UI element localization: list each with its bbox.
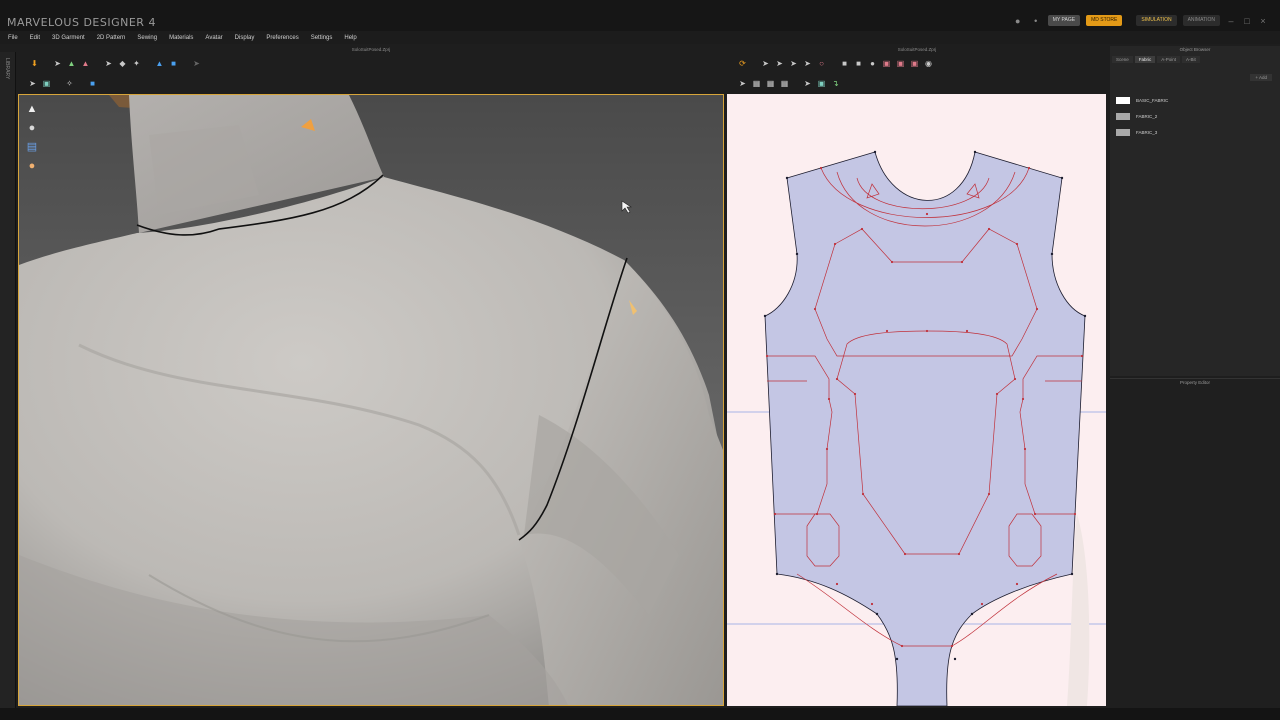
object-browser-title: Object Browser: [1179, 47, 1211, 52]
3d-toolbar-row1: ⬇ ➤ ▲ ▲ ➤ ◆ ✦ ▲ ■ ➤: [30, 59, 201, 68]
menu-help[interactable]: Help: [344, 35, 356, 41]
pin-icon[interactable]: ◆: [118, 59, 127, 68]
fabric-swatch: [1116, 112, 1130, 120]
fabric-swatch: [1116, 96, 1130, 104]
edit-pattern-icon[interactable]: ➤: [775, 59, 784, 68]
fabric-swatch: [1116, 128, 1130, 136]
2d-pattern-canvas: [727, 94, 1106, 706]
fabric-name: FABRIC_3: [1136, 129, 1158, 135]
2d-window-title: SoloSuitPosed.Zprj: [897, 47, 937, 52]
maximize-icon[interactable]: □: [1242, 16, 1252, 26]
library-tab[interactable]: LIBRARY: [4, 58, 10, 79]
texture-icon[interactable]: ■: [88, 79, 97, 88]
tab-fabric[interactable]: Fabric: [1134, 56, 1156, 63]
object-browser-panel: Object Browser Scene Fabric A-Point A-Bi…: [1110, 46, 1280, 376]
top-right-controls: ● • MY PAGE MD STORE SIMULATION ANIMATIO…: [1012, 15, 1268, 26]
fabric-item[interactable]: FABRIC_2: [1116, 108, 1168, 124]
app-window: MARVELOUS DESIGNER 4 ● • MY PAGE MD STOR…: [0, 0, 1280, 720]
avatar-select-icon[interactable]: ➤: [28, 79, 37, 88]
menu-sewing[interactable]: Sewing: [137, 35, 157, 41]
tab-scene[interactable]: Scene: [1112, 56, 1133, 63]
texture-edit-icon[interactable]: ➤: [803, 79, 812, 88]
segment-sewing-icon[interactable]: ▦: [752, 79, 761, 88]
arrangement-points-icon[interactable]: ■: [169, 59, 178, 68]
internal-circle-icon[interactable]: ◉: [924, 59, 933, 68]
tack-icon[interactable]: ✦: [132, 59, 141, 68]
simulation-mode-button[interactable]: SIMULATION: [1136, 15, 1177, 26]
menu-materials[interactable]: Materials: [169, 35, 193, 41]
fabric-name: FABRIC_2: [1136, 113, 1158, 119]
fabric-list: BASIC_FABRIC FABRIC_2 FABRIC_3: [1116, 92, 1168, 140]
object-browser-tabs: Scene Fabric A-Point A-Bit: [1112, 56, 1200, 63]
menu-display[interactable]: Display: [235, 35, 255, 41]
internal-polygon-icon[interactable]: ▣: [896, 59, 905, 68]
menu-avatar[interactable]: Avatar: [205, 35, 222, 41]
add-fabric-button[interactable]: + Add: [1250, 74, 1272, 81]
2d-toolbar-row1: ⟳ ➤ ➤ ➤ ➤ ○ ■ ■ ● ▣ ▣ ▣ ◉: [738, 59, 933, 68]
animation-mode-button[interactable]: ANIMATION: [1182, 15, 1220, 26]
add-point-icon[interactable]: ➤: [803, 59, 812, 68]
3d-garment-viewport[interactable]: [18, 94, 724, 706]
texture-transform-icon[interactable]: ▣: [817, 79, 826, 88]
minimize-icon[interactable]: –: [1226, 16, 1236, 26]
3d-scene: [19, 95, 723, 705]
dart-icon[interactable]: ▣: [910, 59, 919, 68]
measure-icon[interactable]: ➤: [192, 59, 201, 68]
rectangle-icon[interactable]: ■: [840, 59, 849, 68]
avatar-measure-icon[interactable]: ▣: [42, 79, 51, 88]
menu-preferences[interactable]: Preferences: [266, 35, 298, 41]
fitting-suit-icon[interactable]: ✧: [65, 79, 74, 88]
transform-pattern-icon[interactable]: ➤: [761, 59, 770, 68]
3d-toolbar-row2: ➤ ▣ ✧ ■: [28, 79, 97, 88]
circle-icon[interactable]: ●: [868, 59, 877, 68]
seam-select-icon[interactable]: ➤: [738, 79, 747, 88]
user-icon[interactable]: ●: [1012, 16, 1024, 26]
3d-window-title: SoloSuitPosed.Zprj: [351, 47, 391, 52]
arrangement-toggle-icon[interactable]: ▤: [26, 140, 38, 154]
2d-pattern-viewport[interactable]: [727, 94, 1106, 706]
md-store-button[interactable]: MD STORE: [1086, 15, 1123, 26]
polygon-icon[interactable]: ○: [817, 59, 826, 68]
arrange-icon[interactable]: ▲: [155, 59, 164, 68]
refresh-icon[interactable]: ⟳: [738, 59, 747, 68]
status-bar: [0, 708, 1280, 720]
settings-icon[interactable]: •: [1030, 16, 1042, 26]
menu-edit[interactable]: Edit: [30, 35, 40, 41]
simulate-icon[interactable]: ⬇: [30, 59, 39, 68]
tab-a-point[interactable]: A-Point: [1157, 56, 1181, 63]
menu-file[interactable]: File: [8, 35, 18, 41]
app-title: MARVELOUS DESIGNER 4: [7, 16, 156, 29]
free-sewing-icon[interactable]: ▦: [766, 79, 775, 88]
avatar-tools: ▲ ● ▤ ●: [26, 102, 38, 173]
garment-toggle-icon[interactable]: ▲: [26, 102, 38, 116]
menu-2d-pattern[interactable]: 2D Pattern: [97, 35, 126, 41]
fabric-item[interactable]: BASIC_FABRIC: [1116, 92, 1168, 108]
garment-fold-icon[interactable]: ▲: [81, 59, 90, 68]
menu-3d-garment[interactable]: 3D Garment: [52, 35, 85, 41]
fabric-name: BASIC_FABRIC: [1136, 97, 1169, 103]
property-editor-panel: Property Editor: [1110, 378, 1280, 720]
skin-toggle-icon[interactable]: ●: [26, 159, 38, 173]
menu-settings[interactable]: Settings: [311, 35, 333, 41]
menu-bar: File Edit 3D Garment 2D Pattern Sewing M…: [0, 31, 1280, 44]
property-editor-title: Property Editor: [1179, 380, 1210, 385]
square-icon[interactable]: ■: [854, 59, 863, 68]
library-sidebar: [0, 52, 16, 720]
grain-icon[interactable]: ↴: [831, 79, 840, 88]
fabric-item[interactable]: FABRIC_3: [1116, 124, 1168, 140]
select-move-icon[interactable]: ➤: [53, 59, 62, 68]
avatar-toggle-icon[interactable]: ●: [26, 121, 38, 135]
garment-select-icon[interactable]: ▲: [67, 59, 76, 68]
edit-curvature-icon[interactable]: ➤: [789, 59, 798, 68]
my-page-button[interactable]: MY PAGE: [1047, 15, 1081, 26]
tab-a-bit[interactable]: A-Bit: [1182, 56, 1200, 63]
select-mesh-icon[interactable]: ➤: [104, 59, 113, 68]
close-icon[interactable]: ×: [1258, 16, 1268, 26]
title-bar: MARVELOUS DESIGNER 4 ● • MY PAGE MD STOR…: [0, 0, 1280, 31]
internal-rect-icon[interactable]: ▣: [882, 59, 891, 68]
2d-toolbar-row2: ➤ ▦ ▦ ▦ ➤ ▣ ↴: [738, 79, 840, 88]
m-n-sewing-icon[interactable]: ▦: [780, 79, 789, 88]
